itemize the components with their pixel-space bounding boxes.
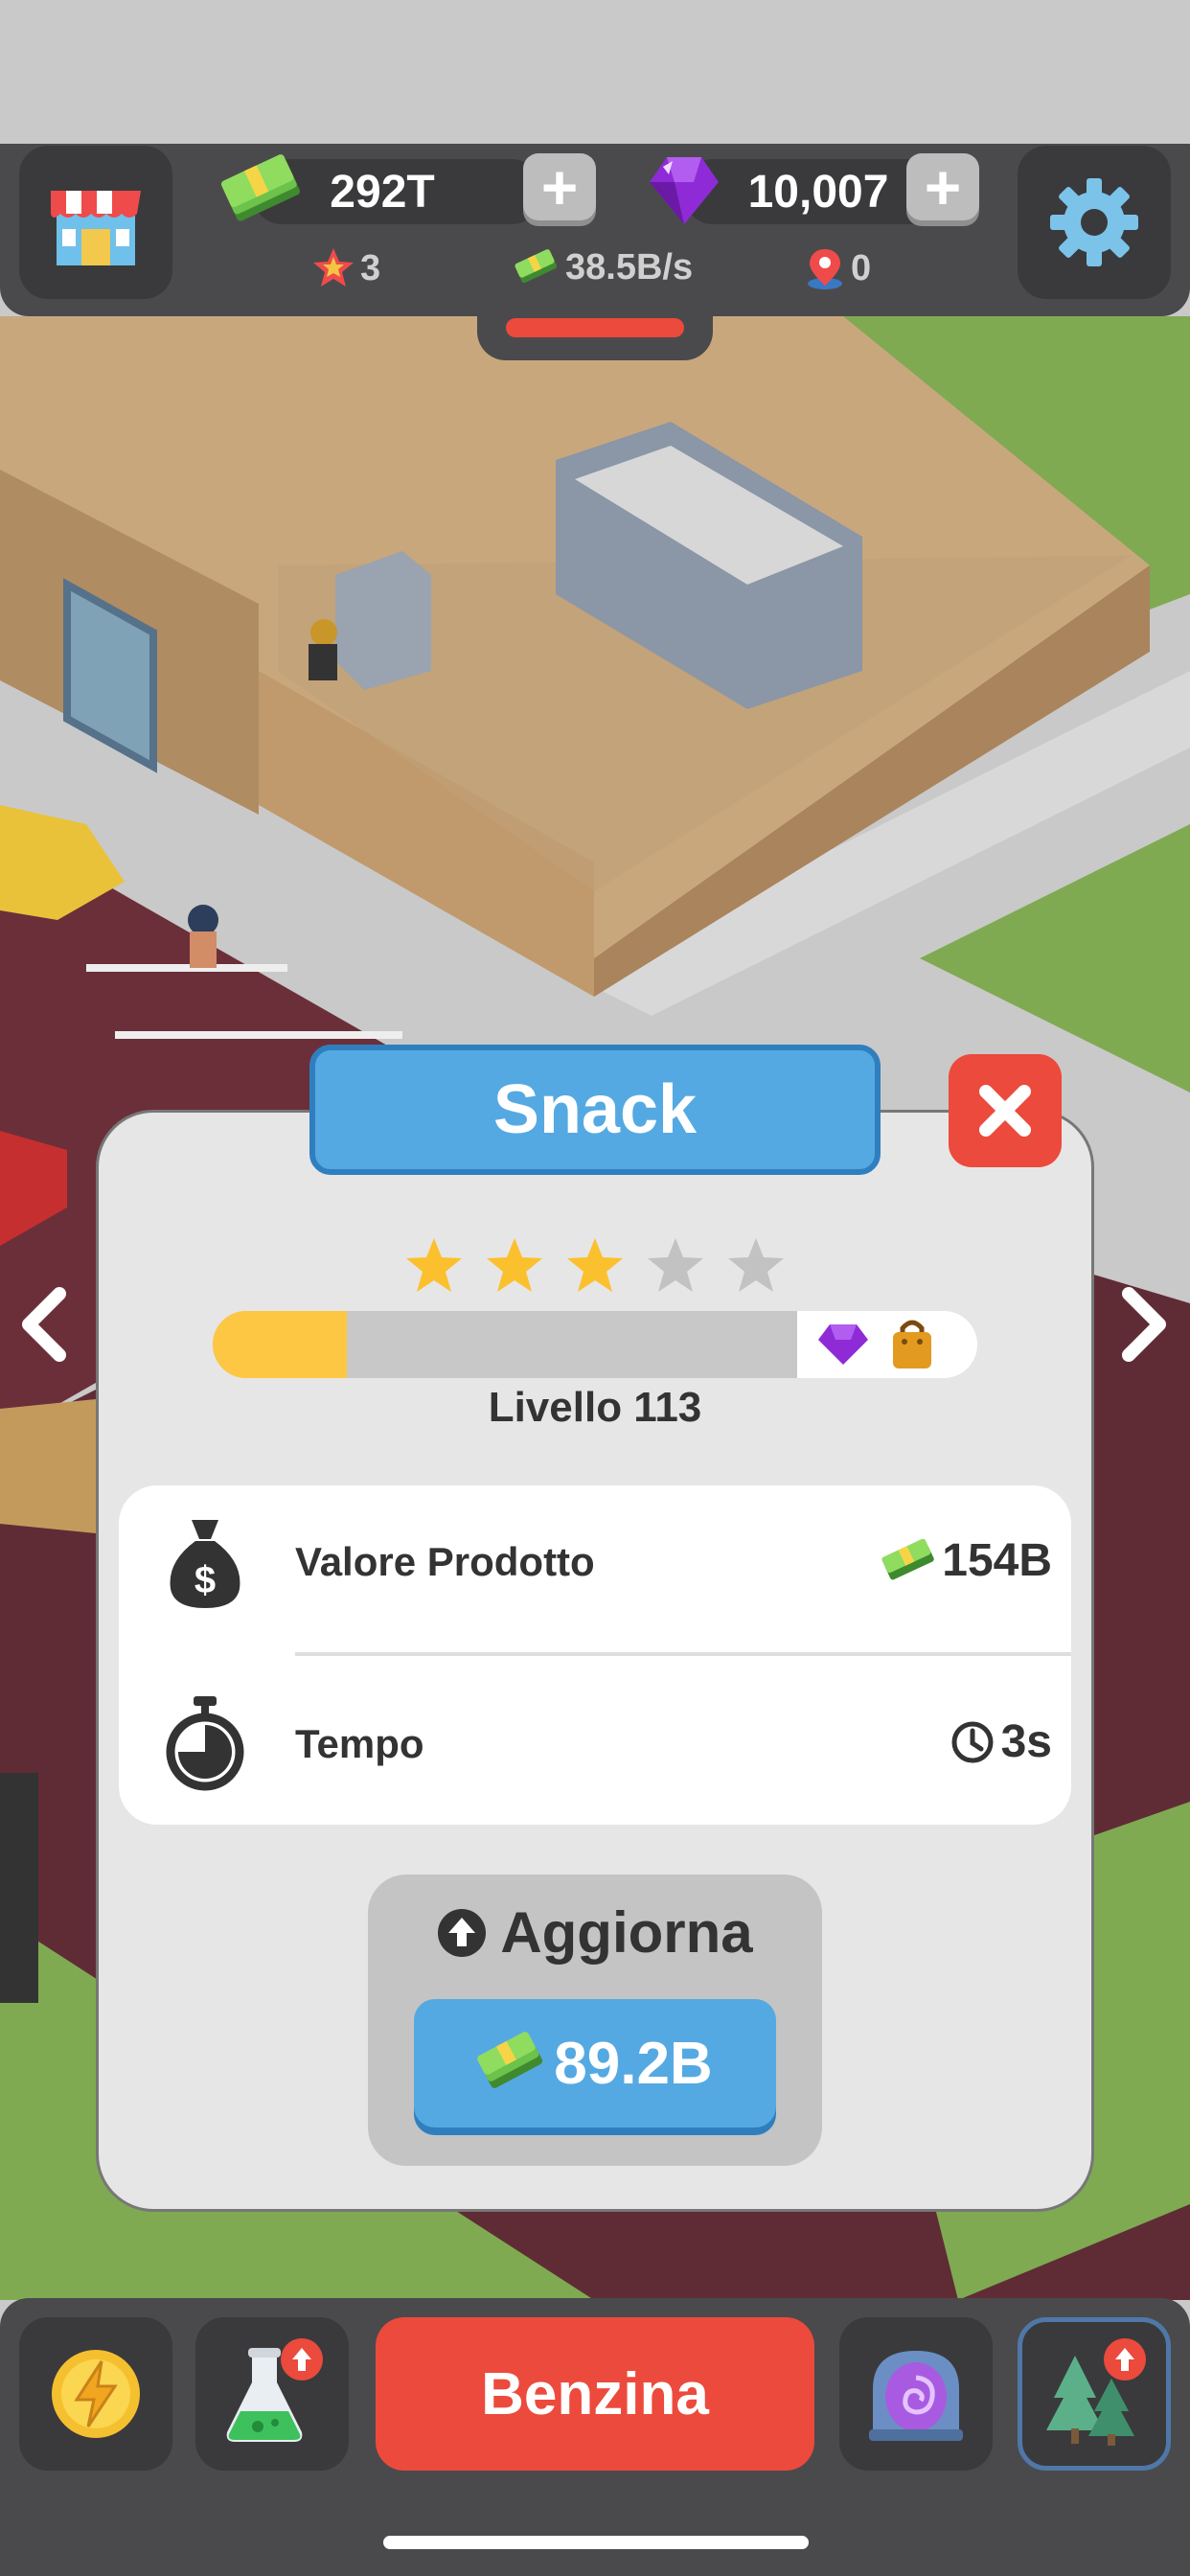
product-value: 154B [881, 1533, 1052, 1587]
drawer-handle[interactable] [477, 305, 713, 360]
upgrade-arrow-icon [438, 1908, 487, 1957]
shop-button[interactable] [19, 146, 172, 299]
level-label: Livello 113 [488, 1384, 702, 1431]
gem-icon [650, 157, 719, 224]
row-divider [295, 1652, 1071, 1656]
star-empty-icon [648, 1238, 703, 1292]
store-icon [51, 191, 141, 265]
next-arrow-button[interactable] [1115, 1284, 1173, 1386]
cash-amount: 292T [330, 166, 435, 218]
fuel-button[interactable]: Benzina [376, 2317, 814, 2471]
star-badge-icon [313, 248, 354, 287]
locations-value: 0 [851, 247, 872, 288]
upgrade-title: Aggiorna [368, 1899, 822, 1966]
stars-value: 3 [360, 247, 381, 288]
cash-icon [477, 2032, 543, 2088]
drawer-handle-bar [506, 318, 684, 337]
cash-icon [220, 154, 301, 221]
chevron-right-icon [1122, 1287, 1166, 1362]
settings-button[interactable] [1018, 146, 1171, 299]
stats-card: $ Valore Prodotto 154B Tempo 3s [119, 1485, 1071, 1825]
upgrade-buy-button[interactable]: 89.2B [414, 1999, 776, 2128]
map-pin-icon [808, 249, 842, 289]
stars-stat: 3 [310, 245, 380, 291]
upgrade-price: 89.2B [554, 2030, 713, 2097]
star-filled-icon [487, 1238, 542, 1292]
product-value-label: Valore Prodotto [295, 1539, 595, 1584]
research-icon [226, 2338, 323, 2442]
trees-icon [1046, 2338, 1146, 2446]
clock-icon [951, 1721, 994, 1762]
dialog-title: Snack [309, 1045, 881, 1175]
cash-small-icon [515, 249, 558, 284]
money-bag-icon: $ [170, 1520, 240, 1608]
add-cash-button[interactable]: + [523, 153, 596, 220]
portal-icon [869, 2351, 963, 2441]
star-filled-icon [567, 1238, 623, 1292]
star-rating [402, 1234, 788, 1301]
close-button[interactable] [949, 1054, 1062, 1167]
product-value-amount: 154B [942, 1534, 1052, 1586]
close-icon [979, 1085, 1031, 1137]
star-empty-icon [728, 1238, 784, 1292]
time-label: Tempo [295, 1721, 424, 1766]
upgrade-title-text: Aggiorna [500, 1900, 753, 1965]
gear-icon [1050, 178, 1138, 266]
home-indicator[interactable] [383, 2536, 809, 2549]
prev-arrow-button[interactable] [15, 1284, 73, 1386]
time-amount: 3s [1000, 1716, 1052, 1767]
cash-icon [881, 1538, 934, 1580]
portal-button[interactable] [839, 2317, 993, 2471]
stopwatch-icon [166, 1696, 244, 1791]
research-button[interactable] [195, 2317, 349, 2471]
nature-button[interactable] [1018, 2317, 1171, 2471]
shopping-bag-icon [893, 1320, 931, 1368]
star-filled-icon [406, 1238, 462, 1292]
boost-icon [52, 2350, 140, 2438]
add-gems-button[interactable]: + [906, 153, 979, 220]
income-rate-value: 38.5B/s [565, 246, 694, 288]
gem-reward-icon [818, 1324, 868, 1365]
gems-amount: 10,007 [747, 166, 889, 218]
svg-text:$: $ [195, 1559, 216, 1601]
time-value: 3s [950, 1715, 1052, 1768]
income-rate-stat: 38.5B/s [514, 245, 693, 289]
locations-stat: 0 [803, 245, 871, 291]
level-progress-bar [213, 1311, 977, 1378]
chevron-left-icon [22, 1287, 66, 1362]
boost-button[interactable] [19, 2317, 172, 2471]
